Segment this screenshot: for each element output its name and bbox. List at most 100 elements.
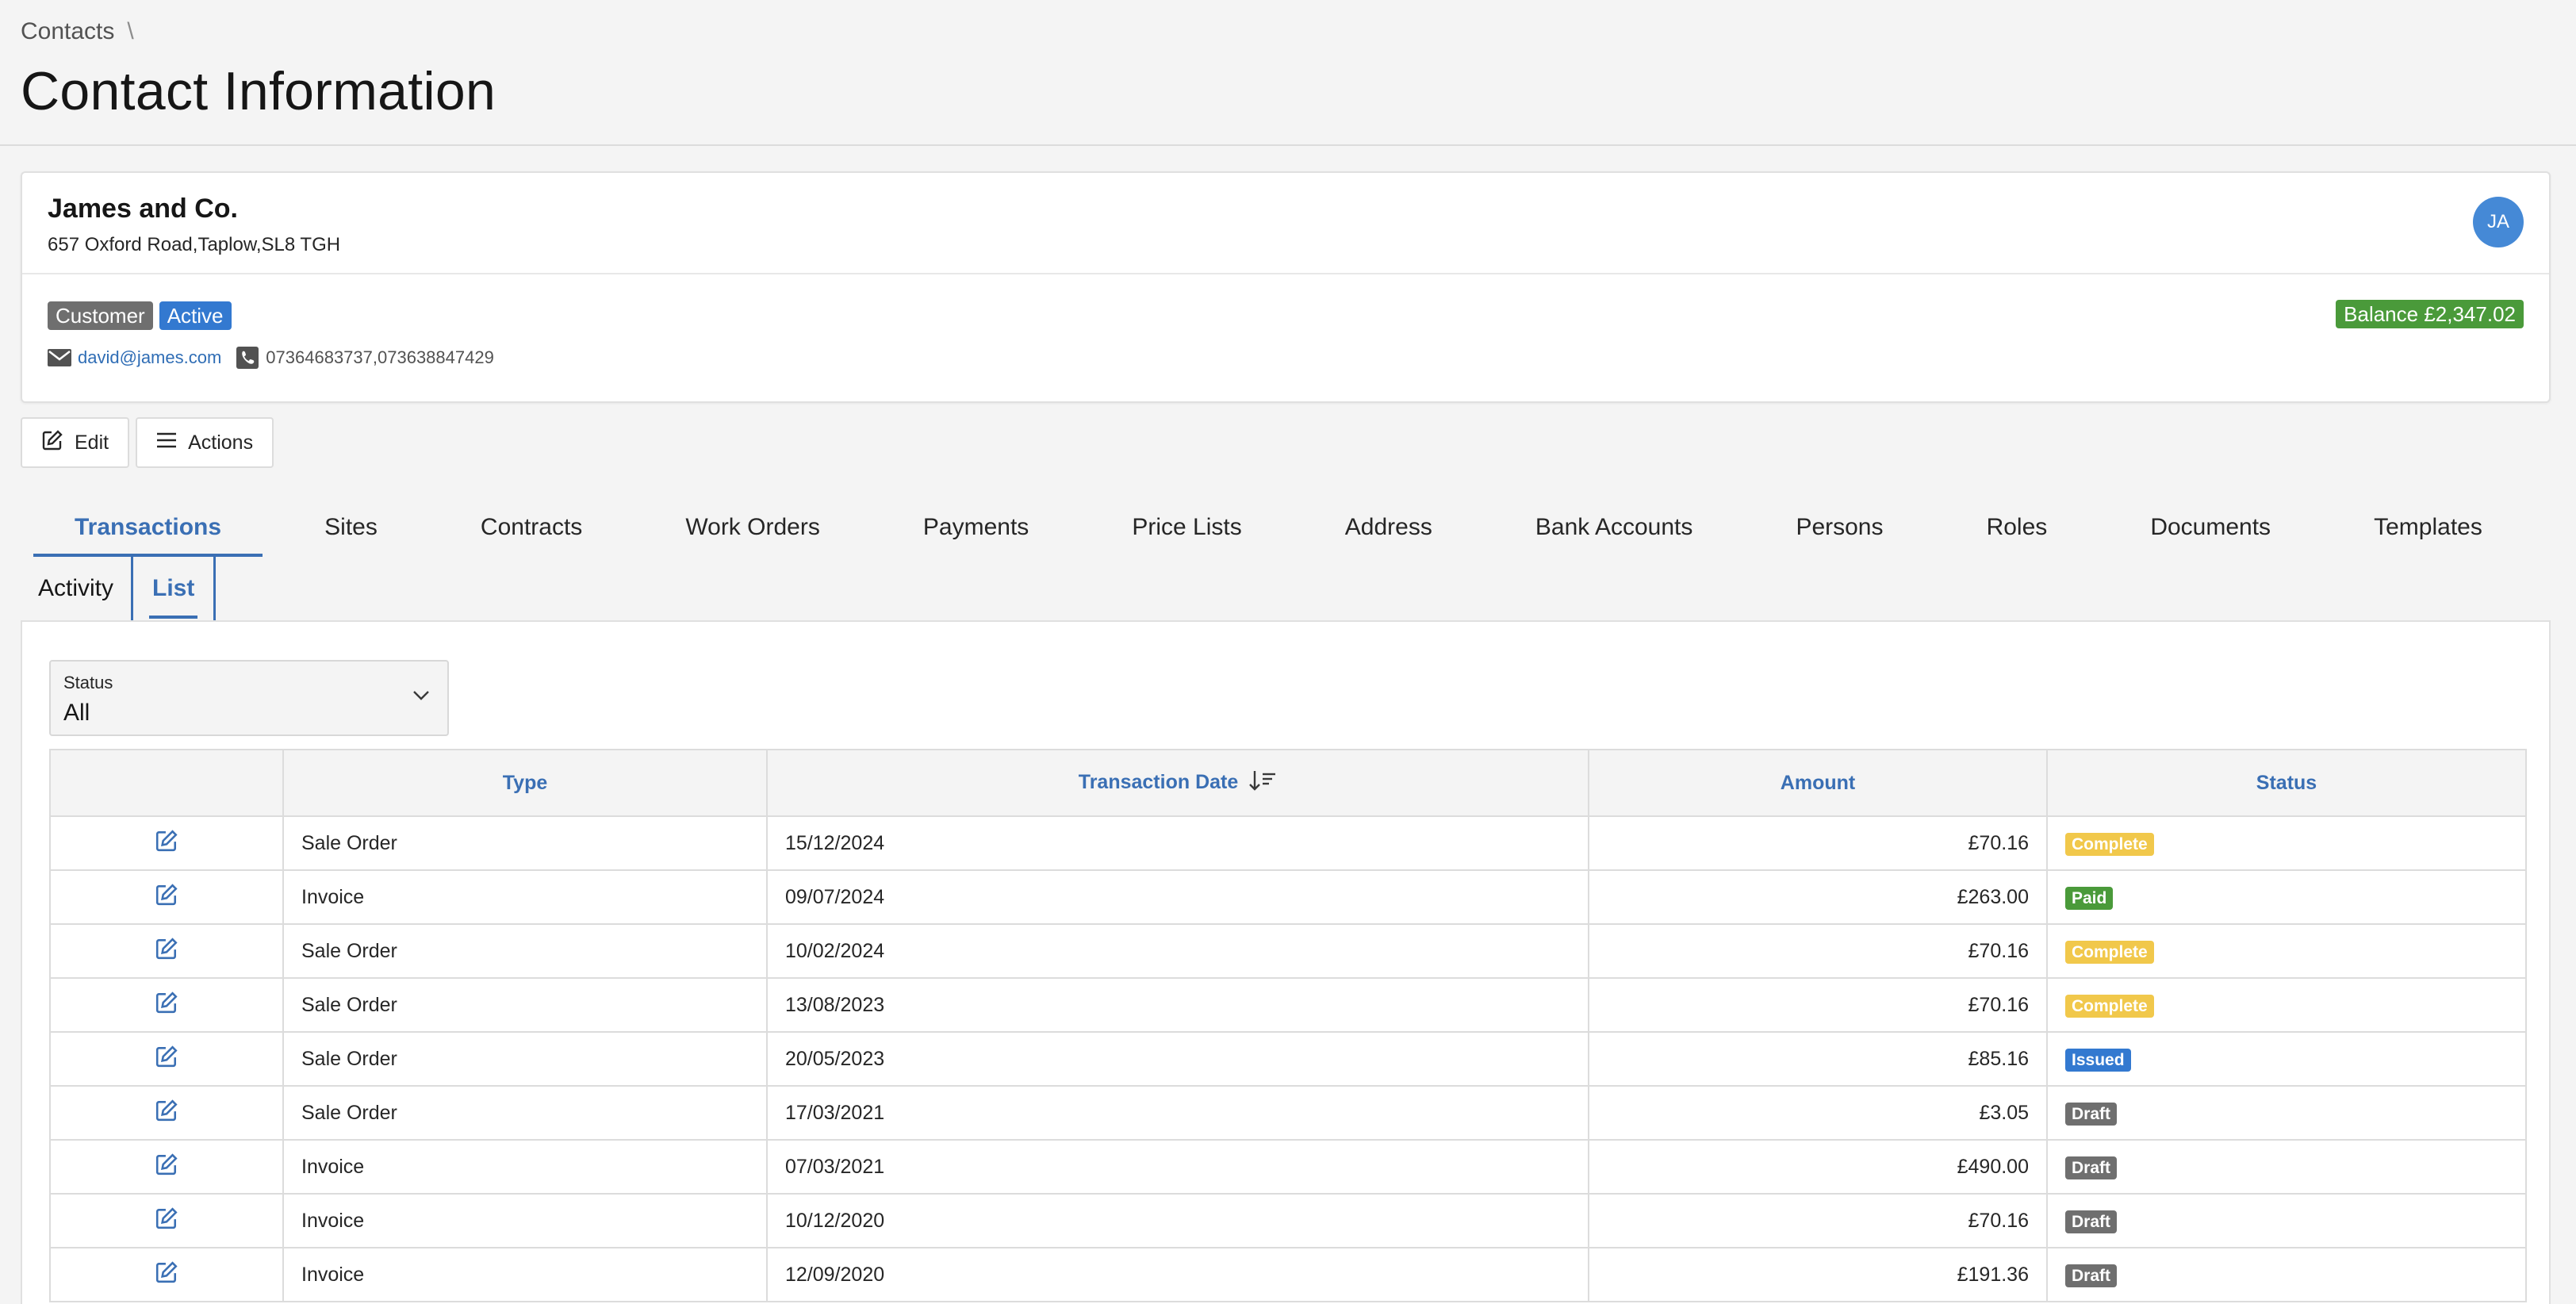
edit-icon[interactable] [155,1045,178,1068]
contact-card-details: Customer Active Balance £2,347.02 david@… [22,274,2549,369]
row-transaction-date: 20/05/2023 [766,1031,1589,1087]
table-header-row: Type Transaction Date Amount Status [49,749,2527,817]
edit-icon[interactable] [155,1260,178,1284]
menu-icon [156,431,177,454]
table-row[interactable]: Sale Order 13/08/2023 £70.16 Complete [49,977,2527,1033]
tab-price-lists[interactable]: Price Lists [1091,498,1282,557]
tab-sites[interactable]: Sites [283,498,419,557]
tab-persons[interactable]: Persons [1754,498,1924,557]
company-name: James and Co. [48,194,238,224]
edit-icon[interactable] [155,991,178,1014]
row-transaction-date: 07/03/2021 [766,1139,1589,1195]
row-type: Sale Order [282,977,768,1033]
row-type: Invoice [282,1139,768,1195]
subtab-activity[interactable]: Activity [21,557,131,620]
row-transaction-date: 10/12/2020 [766,1193,1589,1248]
edit-button[interactable]: Edit [21,417,130,468]
contact-card: James and Co. 657 Oxford Road,Taplow,SL8… [21,171,2551,403]
edit-icon[interactable] [155,829,178,853]
action-buttons: Edit Actions [21,417,274,468]
tab-bank-accounts[interactable]: Bank Accounts [1494,498,1734,557]
row-amount: £70.16 [1588,977,2048,1033]
row-transaction-date: 09/07/2024 [766,869,1589,925]
column-header-edit [49,749,284,817]
edit-icon[interactable] [155,1099,178,1122]
tab-documents[interactable]: Documents [2109,498,2312,557]
transaction-date-label: Transaction Date [1078,770,1239,793]
row-edit-cell [49,1193,284,1248]
tab-roles[interactable]: Roles [1945,498,2089,557]
actions-button[interactable]: Actions [136,417,274,468]
tab-work-orders[interactable]: Work Orders [644,498,861,557]
table-row[interactable]: Sale Order 15/12/2024 £70.16 Complete [49,815,2527,871]
contact-card-header: James and Co. 657 Oxford Road,Taplow,SL8… [22,173,2549,274]
table-row[interactable]: Invoice 10/12/2020 £70.16 Draft [49,1193,2527,1248]
customer-tag: Customer [48,301,153,330]
column-header-transaction-date[interactable]: Transaction Date [766,749,1589,817]
tab-payments[interactable]: Payments [882,498,1070,557]
edit-icon[interactable] [155,883,178,907]
row-status-cell: Draft [2046,1193,2527,1248]
table-row[interactable]: Invoice 07/03/2021 £490.00 Draft [49,1139,2527,1195]
status-badge: Complete [2065,940,2154,964]
edit-icon[interactable] [155,1153,178,1176]
subtab-list[interactable]: List [131,557,217,620]
breadcrumb-contacts-link[interactable]: Contacts [21,18,114,45]
edit-icon[interactable] [155,937,178,961]
row-status-cell: Draft [2046,1085,2527,1141]
table-row[interactable]: Sale Order 10/02/2024 £70.16 Complete [49,923,2527,979]
email-link[interactable]: david@james.com [78,347,221,368]
column-header-amount[interactable]: Amount [1588,749,2048,817]
table-row[interactable]: Sale Order 17/03/2021 £3.05 Draft [49,1085,2527,1141]
row-amount: £191.36 [1588,1247,2048,1302]
pencil-icon [41,429,63,457]
breadcrumb-separator: \ [127,18,134,44]
row-amount: £490.00 [1588,1139,2048,1195]
table-row[interactable]: Invoice 12/09/2020 £191.36 Draft [49,1247,2527,1302]
row-amount: £70.16 [1588,815,2048,871]
phone-icon [236,347,259,369]
main-tabs: Transactions Sites Contracts Work Orders… [33,498,2524,557]
row-edit-cell [49,977,284,1033]
edit-icon[interactable] [155,1206,178,1230]
edit-button-label: Edit [75,431,109,454]
row-edit-cell [49,1031,284,1087]
status-badge: Issued [2065,1048,2131,1072]
row-type: Sale Order [282,923,768,979]
row-edit-cell [49,1247,284,1302]
row-amount: £70.16 [1588,1193,2048,1248]
sub-tabs: Activity List [21,557,217,620]
row-type: Sale Order [282,1031,768,1087]
row-edit-cell [49,1085,284,1141]
row-status-cell: Complete [2046,815,2527,871]
tab-contracts[interactable]: Contracts [439,498,623,557]
transactions-table: Type Transaction Date Amount Status Sale… [49,749,2527,1302]
active-status-tag: Active [159,301,232,330]
row-amount: £85.16 [1588,1031,2048,1087]
tab-address[interactable]: Address [1304,498,1474,557]
status-badge: Complete [2065,832,2154,856]
email-icon [48,347,71,368]
contact-methods: david@james.com 07364683737,073638847429 [48,347,2524,369]
column-header-status[interactable]: Status [2046,749,2527,817]
status-filter-dropdown[interactable]: Status All [49,660,449,736]
sort-descending-icon[interactable] [1248,769,1277,797]
status-badge: Draft [2065,1156,2118,1179]
status-badge: Paid [2065,886,2114,910]
table-body: Sale Order 15/12/2024 £70.16 Complete Invoic… [49,815,2527,1302]
row-amount: £70.16 [1588,923,2048,979]
status-badge: Draft [2065,1264,2118,1287]
row-status-cell: Paid [2046,869,2527,925]
avatar[interactable]: JA [2473,197,2524,247]
row-type: Sale Order [282,815,768,871]
row-type: Sale Order [282,1085,768,1141]
tab-transactions[interactable]: Transactions [33,498,263,557]
tab-templates[interactable]: Templates [2333,498,2524,557]
table-row[interactable]: Sale Order 20/05/2023 £85.16 Issued [49,1031,2527,1087]
table-row[interactable]: Invoice 09/07/2024 £263.00 Paid [49,869,2527,925]
row-type: Invoice [282,869,768,925]
row-status-cell: Complete [2046,977,2527,1033]
actions-button-label: Actions [188,431,254,454]
column-header-type[interactable]: Type [282,749,768,817]
transactions-panel: Status All Type Transaction Date Amount … [21,620,2551,1304]
